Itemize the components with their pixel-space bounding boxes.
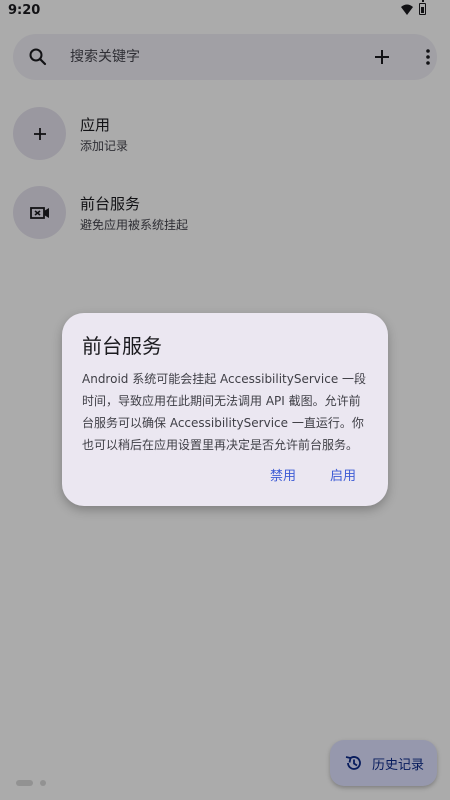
disable-button[interactable]: 禁用 [270,465,296,489]
dialog-title: 前台服务 [82,334,162,358]
enable-button[interactable]: 启用 [330,465,356,489]
foreground-service-dialog: 前台服务 Android 系统可能会挂起 AccessibilityServic… [62,313,388,506]
dialog-body: Android 系统可能会挂起 AccessibilityService 一段时… [82,372,367,452]
